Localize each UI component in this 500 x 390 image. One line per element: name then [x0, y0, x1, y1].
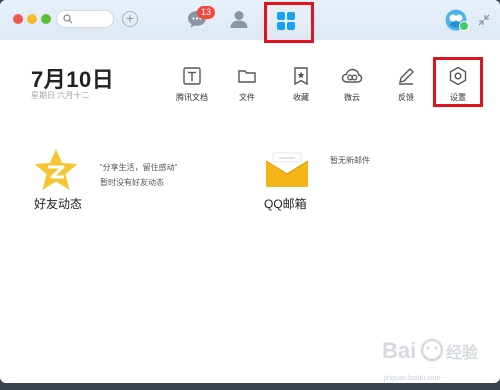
close-button[interactable] [13, 14, 23, 24]
contacts-icon[interactable] [229, 9, 249, 29]
search-icon [63, 14, 73, 24]
tool-tencent-docs[interactable]: 腾讯文档 [170, 66, 214, 103]
online-status-dot [459, 21, 469, 31]
qzone-star-icon[interactable] [33, 148, 79, 192]
apps-icon[interactable] [276, 11, 296, 31]
maximize-button[interactable] [41, 14, 51, 24]
add-button[interactable]: + [122, 11, 138, 27]
tool-label: 文件 [239, 93, 255, 102]
qzone-title[interactable]: 好友动态 [34, 195, 82, 212]
folder-icon [238, 70, 256, 83]
mail-title[interactable]: QQ邮箱 [264, 195, 307, 212]
collapse-icon[interactable] [478, 14, 490, 26]
tool-label: 反馈 [398, 93, 414, 102]
tencent-docs-icon [183, 67, 201, 85]
watermark-url: jingyan.baidu.com [384, 375, 441, 382]
add-icon: + [125, 10, 135, 26]
tool-weiyun[interactable]: 微云 [330, 66, 374, 103]
settings-highlight [433, 57, 483, 107]
qzone-status: 暂时没有好友动态 [100, 178, 164, 187]
tool-favorites[interactable]: 收藏 [279, 66, 323, 103]
minimize-button[interactable] [27, 14, 37, 24]
weiyun-icon [341, 68, 363, 83]
message-count-badge: 13 [197, 6, 215, 19]
qzone-quote: “分享生活，留住感动” [100, 163, 178, 172]
svg-text:经验: 经验 [446, 343, 479, 362]
baidu-jingyan-watermark: Bai 经验 [382, 338, 479, 363]
tool-label: 微云 [344, 93, 360, 102]
titlebar: + 13 [0, 0, 500, 43]
tool-label: 收藏 [293, 93, 309, 102]
mail-envelope-icon[interactable] [264, 150, 310, 190]
search-input[interactable] [56, 10, 114, 28]
tool-files[interactable]: 文件 [225, 66, 269, 103]
mail-status: 暂无新邮件 [330, 156, 370, 165]
tool-label: 腾讯文档 [176, 93, 208, 102]
favorites-icon [294, 67, 308, 86]
lunar-date: 星期日 六月十二 [31, 91, 90, 100]
qq-main-window: + 13 7月10日 星期日 六月十二 腾讯文档 文件 收藏 微云 反馈 设置 … [0, 0, 500, 383]
feedback-icon [399, 68, 414, 85]
svg-text:Bai: Bai [382, 338, 416, 363]
tool-feedback[interactable]: 反馈 [384, 66, 428, 103]
